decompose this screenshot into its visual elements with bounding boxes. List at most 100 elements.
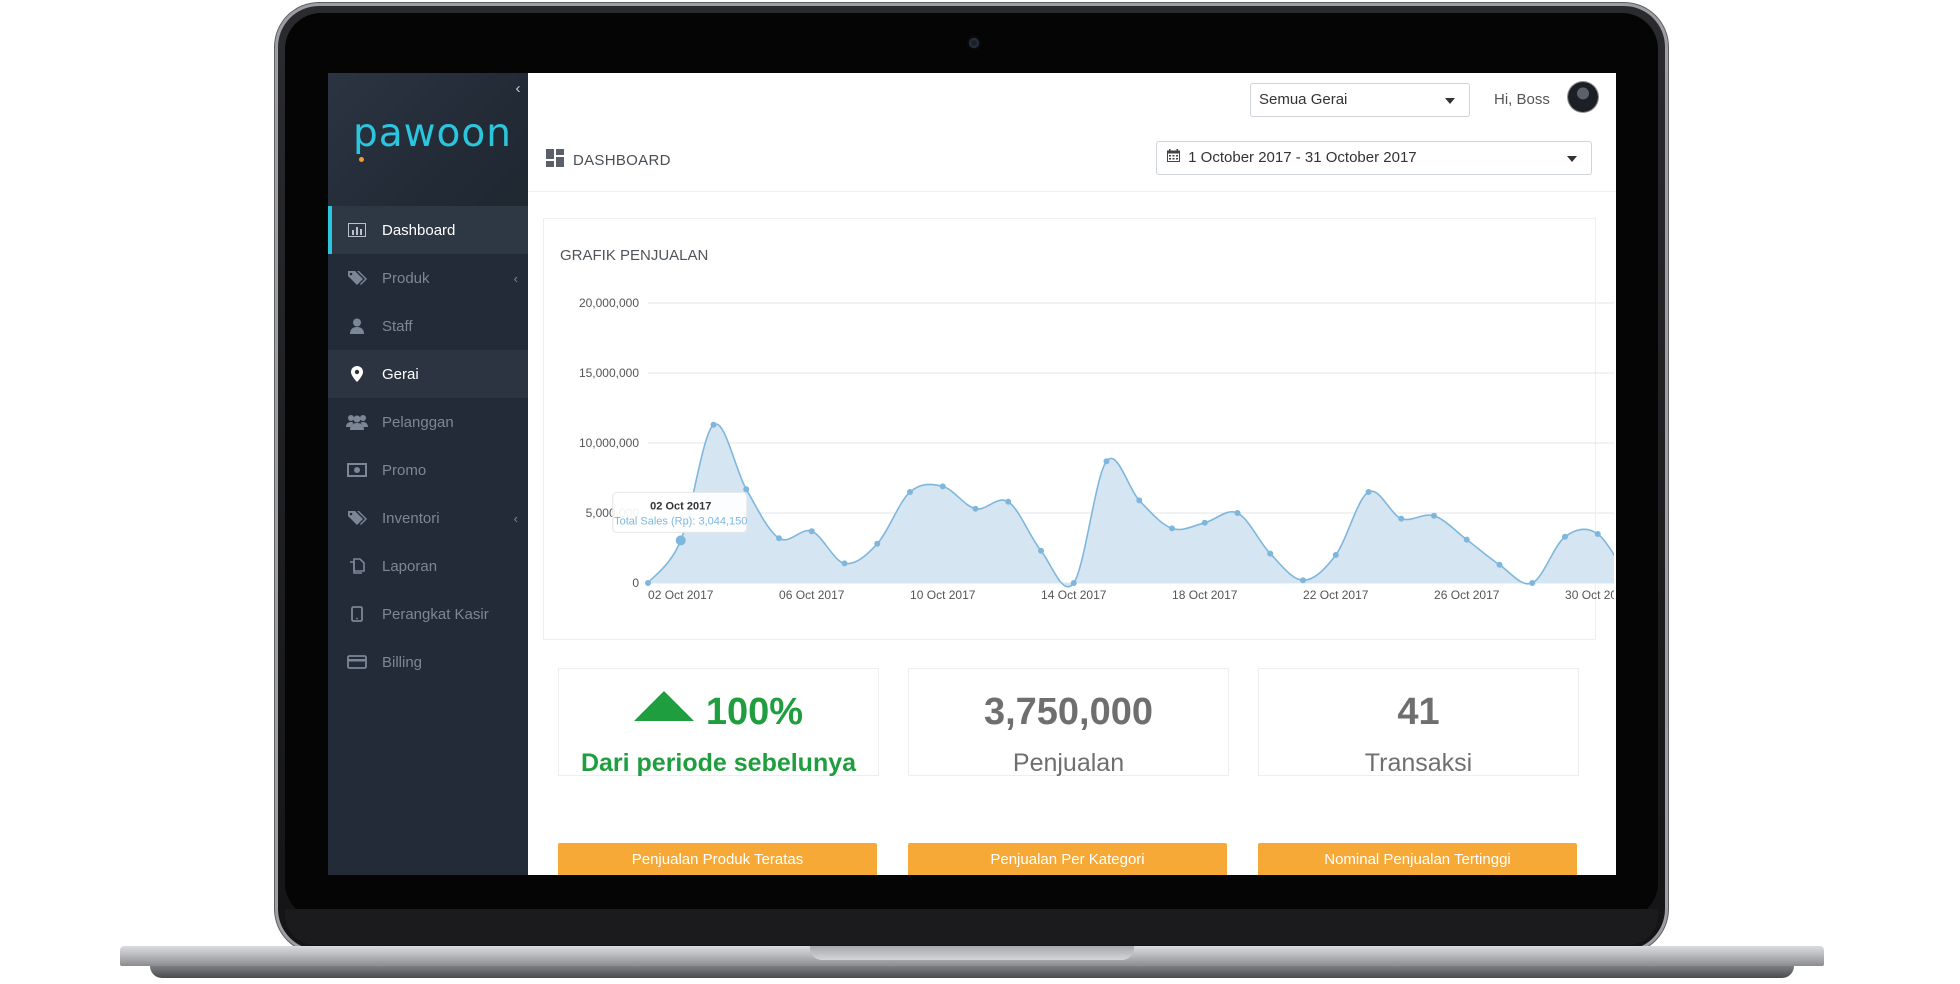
tags-icon xyxy=(346,510,368,526)
data-point xyxy=(1431,512,1437,519)
sidebar-menu: Dashboard Produk ‹ Staff Gerai Pelanggan… xyxy=(328,206,528,686)
data-point xyxy=(1234,510,1241,516)
avatar[interactable] xyxy=(1568,82,1598,112)
sidebar-item-label: Pelanggan xyxy=(382,413,454,431)
sales-chart[interactable]: 05,000,00010,000,00015,000,00020,000,000… xyxy=(544,219,1614,639)
x-tick-label: 10 Oct 2017 xyxy=(910,588,976,602)
tags-icon xyxy=(346,270,368,286)
sidebar-item-label: Promo xyxy=(382,461,427,479)
x-tick-label: 02 Oct 2017 xyxy=(648,588,714,602)
sidebar-item-label: Laporan xyxy=(382,557,438,575)
kpi-sales-value: 3,750,000 xyxy=(983,691,1154,733)
data-point xyxy=(1332,552,1339,558)
kpi-sales-card: 3,750,000 Penjualan xyxy=(908,668,1229,777)
sidebar-item-label: Perangkat Kasir xyxy=(382,605,489,623)
money-icon xyxy=(346,463,368,477)
data-point xyxy=(743,486,750,493)
data-point xyxy=(1201,519,1208,526)
sidebar-item-label: Inventori xyxy=(382,509,440,527)
copy-icon xyxy=(346,558,368,574)
kpi-transactions-card: 41 Transaksi xyxy=(1258,668,1579,777)
data-point xyxy=(972,505,979,512)
chevron-left-icon: ‹ xyxy=(513,270,518,286)
data-point xyxy=(1529,580,1536,586)
sidebar-item-produk[interactable]: Produk ‹ xyxy=(328,254,528,302)
data-point xyxy=(645,580,651,586)
kpi-growth-value-row: 100% xyxy=(559,691,878,734)
sidebar-item-staff[interactable]: Staff xyxy=(328,302,528,350)
sidebar-item-label: Dashboard xyxy=(382,221,456,239)
caret-down-icon xyxy=(1445,98,1455,104)
map-marker-icon xyxy=(346,366,368,382)
sidebar-item-promo[interactable]: Promo xyxy=(328,446,528,494)
y-tick-label: 0 xyxy=(632,576,639,590)
data-point xyxy=(1300,577,1306,584)
caret-down-icon xyxy=(1567,156,1577,162)
date-range-value: 1 October 2017 - 31 October 2017 xyxy=(1188,149,1417,166)
highest-sales-button[interactable]: Nominal Penjualan Tertinggi xyxy=(1258,843,1577,875)
x-tick-label: 26 Oct 2017 xyxy=(1434,588,1500,602)
main-content: Semua Gerai Hi, Boss DASHBOARD 1 October… xyxy=(528,73,1616,875)
sidebar: ‹ pawoon Dashboard Produk ‹ Staff Gerai … xyxy=(328,73,528,875)
sidebar-item-label: Gerai xyxy=(382,365,419,383)
sidebar-item-pelanggan[interactable]: Pelanggan xyxy=(328,398,528,446)
sidebar-collapse-button[interactable]: ‹ xyxy=(508,73,528,105)
sales-per-category-button[interactable]: Penjualan Per Kategori xyxy=(908,843,1227,875)
data-point xyxy=(1398,515,1405,522)
sidebar-item-inventori[interactable]: Inventori ‹ xyxy=(328,494,528,542)
sidebar-item-laporan[interactable]: Laporan xyxy=(328,542,528,590)
kpi-transactions-label: Transaksi xyxy=(1364,749,1473,777)
data-point xyxy=(1038,547,1044,554)
sidebar-header: ‹ pawoon xyxy=(328,73,528,206)
logo: pawoon xyxy=(353,111,512,156)
dashboard-icon xyxy=(546,149,564,172)
laptop-chin xyxy=(285,909,1658,945)
sidebar-item-gerai[interactable]: Gerai xyxy=(328,350,528,398)
kpi-sales-label: Penjualan xyxy=(1012,749,1125,777)
sidebar-item-billing[interactable]: Billing xyxy=(328,638,528,686)
sidebar-item-dashboard[interactable]: Dashboard xyxy=(328,206,528,254)
y-tick-label: 20,000,000 xyxy=(579,296,639,310)
calendar-icon xyxy=(1167,142,1180,174)
logo-dot xyxy=(359,157,364,162)
sales-chart-panel: GRAFIK PENJUALAN 05,000,00010,000,00015,… xyxy=(543,218,1614,640)
sidebar-item-label: Billing xyxy=(382,653,423,671)
x-tick-label: 06 Oct 2017 xyxy=(779,588,845,602)
kpi-growth-card: 100% Dari periode sebelunya xyxy=(558,668,879,777)
kpi-growth-label: Dari periode sebelunya xyxy=(580,749,857,777)
data-point xyxy=(1136,497,1143,504)
outlet-select[interactable]: Semua Gerai xyxy=(1250,83,1470,117)
user-icon xyxy=(346,318,368,334)
users-icon xyxy=(346,414,368,430)
page-title: DASHBOARD xyxy=(573,152,671,169)
x-tick-label: 22 Oct 2017 xyxy=(1303,588,1369,602)
kpi-growth-value: 100% xyxy=(705,691,804,733)
page-header: DASHBOARD 1 October 2017 - 31 October 20… xyxy=(528,131,1616,192)
data-point xyxy=(710,421,717,428)
tooltip-value: Total Sales (Rp): 3,044,150 xyxy=(614,515,747,527)
data-point xyxy=(1562,533,1568,540)
series-area xyxy=(648,424,1614,587)
credit-card-icon xyxy=(346,655,368,669)
top-products-button[interactable]: Penjualan Produk Teratas xyxy=(558,843,877,875)
app-screen: ‹ pawoon Dashboard Produk ‹ Staff Gerai … xyxy=(328,73,1616,875)
date-range-picker[interactable]: 1 October 2017 - 31 October 2017 xyxy=(1156,141,1592,175)
x-tick-label: 18 Oct 2017 xyxy=(1172,588,1238,602)
top-bar: Semua Gerai Hi, Boss xyxy=(528,73,1616,132)
chevron-left-icon: ‹ xyxy=(513,510,518,526)
data-point xyxy=(841,560,848,567)
x-tick-label: 14 Oct 2017 xyxy=(1041,588,1107,602)
tooltip-date: 02 Oct 2017 xyxy=(650,500,711,512)
data-point xyxy=(1103,458,1110,465)
data-point xyxy=(1267,550,1274,557)
y-tick-label: 10,000,000 xyxy=(579,436,639,450)
laptop-notch xyxy=(810,946,1134,960)
data-point xyxy=(808,528,815,535)
data-point xyxy=(907,489,913,495)
arrow-up-icon xyxy=(633,691,694,721)
data-point xyxy=(1005,498,1012,505)
sidebar-item-perangkat-kasir[interactable]: Perangkat Kasir xyxy=(328,590,528,638)
sidebar-item-label: Staff xyxy=(382,317,413,335)
outlet-select-value: Semua Gerai xyxy=(1259,91,1348,108)
chart-tooltip: 02 Oct 2017 Total Sales (Rp): 3,044,150 xyxy=(612,491,747,533)
